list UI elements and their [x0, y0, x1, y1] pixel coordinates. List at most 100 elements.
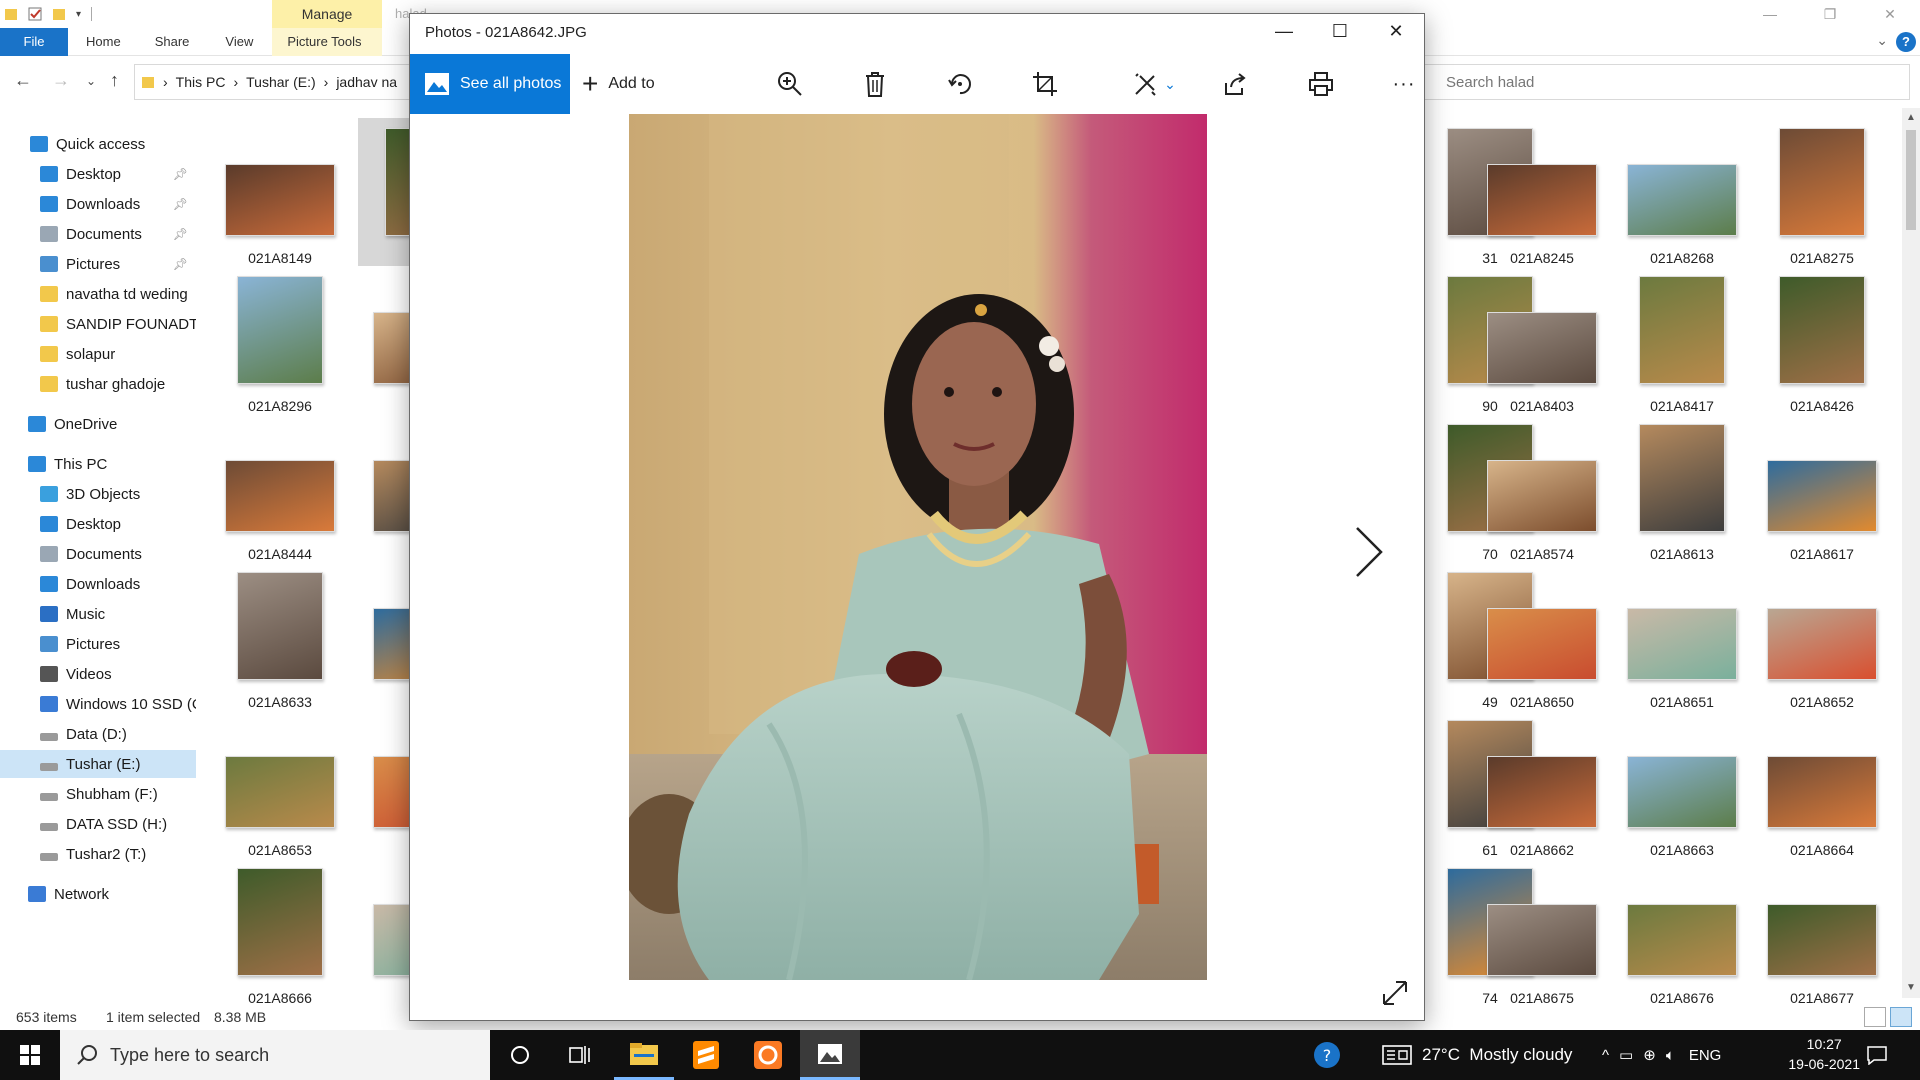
sidebar-item-solapur[interactable]: solapur	[0, 340, 196, 368]
weather-widget[interactable]: 27°C Mostly cloudy	[1382, 1030, 1572, 1080]
volume-icon[interactable]: 🔈︎	[1666, 1047, 1675, 1064]
taskbar-search[interactable]: Type here to search	[60, 1030, 490, 1080]
file-tile[interactable]: 021A8149	[210, 118, 350, 266]
file-tile[interactable]: 021A8417	[1612, 266, 1752, 414]
file-tile[interactable]: 021A8574	[1472, 414, 1612, 562]
file-tile[interactable]: 021A8403	[1472, 266, 1612, 414]
details-view-icon[interactable]	[1864, 1007, 1886, 1027]
sidebar-item-3d-objects[interactable]: 3D Objects	[0, 480, 196, 508]
next-photo-icon[interactable]	[1347, 522, 1387, 582]
input-language[interactable]: ENG	[1689, 1047, 1722, 1064]
photos-taskbar-icon[interactable]	[800, 1030, 860, 1080]
up-icon[interactable]: ↑	[110, 70, 119, 91]
clock[interactable]: 10:27 19-06-2021	[1788, 1034, 1860, 1074]
rotate-icon[interactable]	[944, 68, 976, 100]
tab-view[interactable]: View	[205, 28, 273, 56]
sidebar-quick-access[interactable]: Quick access	[0, 130, 196, 158]
see-all-photos-button[interactable]: See all photos	[410, 54, 570, 114]
sidebar-item-tushar-e-[interactable]: Tushar (E:)	[0, 750, 196, 778]
file-tile[interactable]: 021A8613	[1612, 414, 1752, 562]
vertical-scrollbar[interactable]: ▲ ▼	[1902, 108, 1920, 998]
file-tile[interactable]: 021A8666	[210, 858, 350, 1006]
help-tray-icon[interactable]: ?	[1312, 1030, 1342, 1080]
sidebar-item-pictures[interactable]: Pictures	[0, 630, 196, 658]
file-tile[interactable]: 021A8653	[210, 710, 350, 858]
sidebar-item-tushar-ghadoje[interactable]: tushar ghadoje	[0, 370, 196, 398]
sidebar-item-pictures[interactable]: Pictures 📌︎	[0, 250, 196, 278]
sidebar-item-music[interactable]: Music	[0, 600, 196, 628]
sidebar-item-videos[interactable]: Videos	[0, 660, 196, 688]
file-tile[interactable]: 021A8664	[1752, 710, 1892, 858]
sidebar-item-desktop[interactable]: Desktop	[0, 510, 196, 538]
xampp-icon[interactable]	[738, 1030, 798, 1080]
file-tile[interactable]: 021A8633	[210, 562, 350, 710]
new-folder-icon[interactable]	[52, 6, 66, 22]
more-icon[interactable]: ···	[1388, 68, 1420, 100]
start-button[interactable]	[0, 1030, 60, 1080]
file-tile[interactable]: 021A8617	[1752, 414, 1892, 562]
file-tile[interactable]: 021A8268	[1612, 118, 1752, 266]
manage-tab[interactable]: Manage	[272, 0, 382, 28]
scrollbar-thumb[interactable]	[1906, 130, 1916, 230]
close-icon[interactable]: ✕	[1860, 0, 1920, 28]
sidebar-item-documents[interactable]: Documents	[0, 540, 196, 568]
sidebar-network[interactable]: Network	[0, 880, 196, 908]
edit-icon[interactable]: ⌄	[1124, 68, 1184, 100]
file-tile[interactable]: 021A8676	[1612, 858, 1752, 1006]
file-tile[interactable]: 021A8426	[1752, 266, 1892, 414]
recent-locations-icon[interactable]: ⌄	[86, 74, 96, 88]
breadcrumb-folder[interactable]: jadhav na	[336, 74, 397, 90]
scroll-down-icon[interactable]: ▼	[1906, 982, 1916, 993]
sidebar-item-data-ssd-h-[interactable]: DATA SSD (H:)	[0, 810, 196, 838]
sidebar-item-sandip-founadti-[interactable]: SANDIP FOUNADTI(	[0, 310, 196, 338]
customize-qat-icon[interactable]: ▾	[76, 9, 81, 20]
sublime-text-icon[interactable]	[676, 1030, 736, 1080]
sidebar-item-shubham-f-[interactable]: Shubham (F:)	[0, 780, 196, 808]
back-icon[interactable]: ←	[14, 70, 32, 91]
network-globe-icon[interactable]: ⊕	[1643, 1046, 1656, 1064]
file-tile[interactable]: 021A8296	[210, 266, 350, 414]
large-icons-view-icon[interactable]	[1890, 1007, 1912, 1027]
sidebar-item-windows-10-ssd-c[interactable]: Windows 10 SSD (C	[0, 690, 196, 718]
add-to-button[interactable]: + Add to	[582, 54, 655, 114]
minimize-icon[interactable]: —	[1740, 0, 1800, 28]
sidebar-item-downloads[interactable]: Downloads	[0, 570, 196, 598]
battery-icon[interactable]: ▭	[1619, 1046, 1633, 1064]
sidebar-this-pc[interactable]: This PC	[0, 450, 196, 478]
sidebar-item-documents[interactable]: Documents 📌︎	[0, 220, 196, 248]
maximize-icon[interactable]: ☐	[1312, 14, 1368, 50]
sidebar-onedrive[interactable]: OneDrive	[0, 410, 196, 438]
breadcrumb-drive[interactable]: Tushar (E:)	[246, 74, 316, 90]
tab-home[interactable]: Home	[68, 28, 139, 56]
help-icon[interactable]: ?	[1896, 32, 1916, 52]
sidebar-item-navatha-td-weding[interactable]: navatha td weding	[0, 280, 196, 308]
task-view-icon[interactable]	[550, 1030, 610, 1080]
address-bar[interactable]: › This PC › Tushar (E:) › jadhav na	[134, 64, 414, 100]
crop-icon[interactable]	[1029, 68, 1061, 100]
scroll-up-icon[interactable]: ▲	[1906, 112, 1916, 123]
search-input[interactable]: Search halad	[1405, 64, 1910, 100]
print-icon[interactable]	[1305, 68, 1337, 100]
tab-share[interactable]: Share	[139, 28, 206, 56]
zoom-in-icon[interactable]	[774, 68, 806, 100]
show-hidden-icons-icon[interactable]: ^	[1602, 1047, 1609, 1064]
file-tile[interactable]: 021A8651	[1612, 562, 1752, 710]
tab-file[interactable]: File	[0, 28, 68, 56]
cortana-icon[interactable]	[490, 1030, 550, 1080]
file-tile[interactable]: 021A8650	[1472, 562, 1612, 710]
restore-icon[interactable]: ❐	[1800, 0, 1860, 28]
file-tile[interactable]: 021A8675	[1472, 858, 1612, 1006]
file-tile[interactable]: 021A8245	[1472, 118, 1612, 266]
file-explorer-taskbar-icon[interactable]	[614, 1030, 674, 1080]
breadcrumb-this-pc[interactable]: This PC	[176, 74, 226, 90]
sidebar-item-data-d-[interactable]: Data (D:)	[0, 720, 196, 748]
file-tile[interactable]: 021A8662	[1472, 710, 1612, 858]
sidebar-item-tushar2-t-[interactable]: Tushar2 (T:)	[0, 840, 196, 868]
properties-icon[interactable]	[28, 6, 42, 22]
sidebar-item-desktop[interactable]: Desktop 📌︎	[0, 160, 196, 188]
file-tile[interactable]: 021A8663	[1612, 710, 1752, 858]
file-tile[interactable]: 021A8677	[1752, 858, 1892, 1006]
folder-icon[interactable]	[4, 6, 18, 22]
tab-picture-tools[interactable]: Picture Tools	[273, 28, 377, 56]
expand-ribbon-icon[interactable]: ⌄	[1876, 32, 1888, 49]
